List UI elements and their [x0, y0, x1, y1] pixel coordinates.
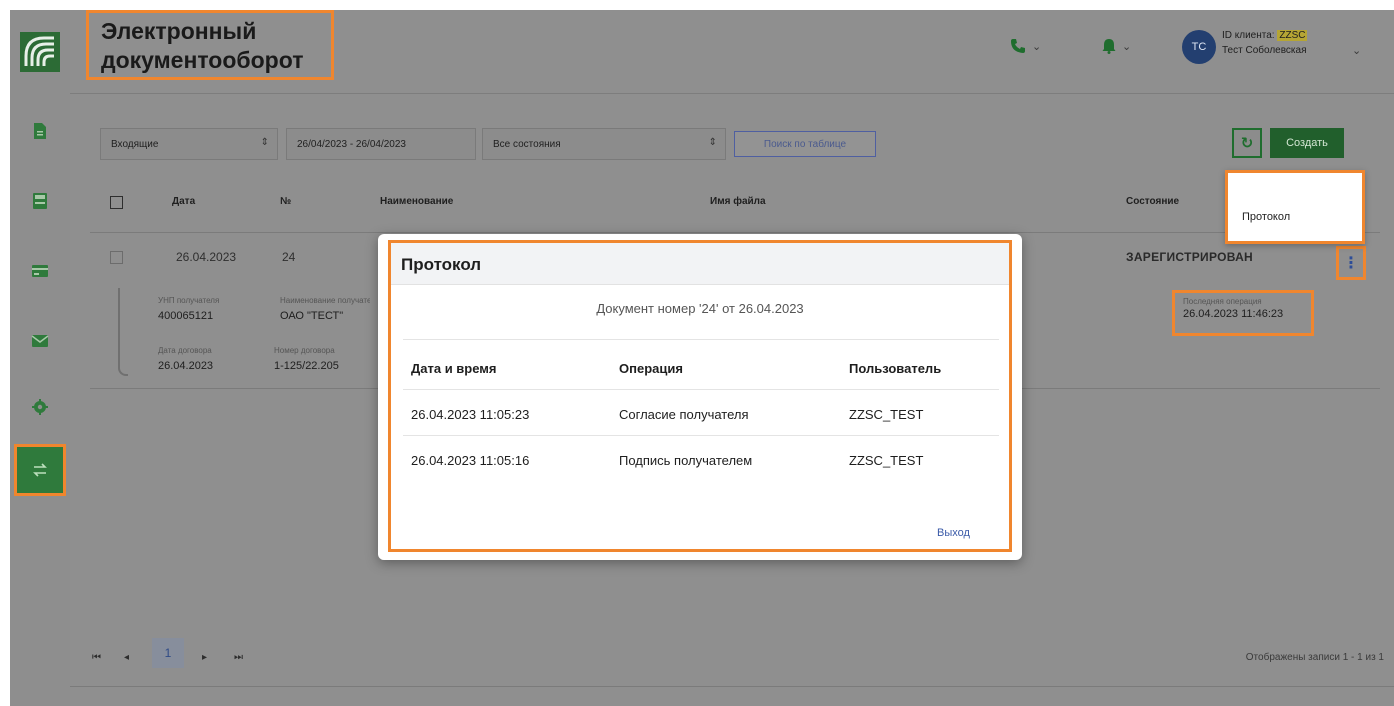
- divider: [403, 389, 999, 390]
- state-value: Все состояния: [493, 138, 561, 150]
- phone-menu[interactable]: ⌄: [1010, 38, 1041, 54]
- divider: [90, 232, 1380, 233]
- gear-icon: [32, 399, 48, 415]
- state-select[interactable]: Все состояния ⇕: [482, 128, 726, 160]
- avatar[interactable]: ТС: [1182, 30, 1216, 64]
- logo-icon: [20, 32, 60, 72]
- frame-top: [0, 0, 1394, 10]
- protocol-row-datetime: 26.04.2023 11:05:23: [411, 407, 530, 422]
- column-header-datetime: Дата и время: [411, 361, 497, 376]
- modal-subtitle: Документ номер '24' от 26.04.2023: [596, 301, 804, 316]
- sidebar-settings-button[interactable]: [29, 396, 51, 418]
- last-operation: Последняя операция 26.04.2023 11:46:23: [1172, 290, 1314, 336]
- sidebar-card-button[interactable]: [29, 260, 51, 282]
- document-icon: [34, 123, 46, 139]
- phone-icon: [1011, 39, 1025, 53]
- sidebar-edo-button[interactable]: [14, 444, 66, 496]
- modal-header: Протокол: [391, 243, 1009, 285]
- bell-icon: [1102, 39, 1116, 54]
- frame-left: [0, 0, 10, 706]
- row-actions-button[interactable]: ⋮: [1336, 246, 1366, 280]
- row-status: ЗАРЕГИСТРИРОВАН: [1126, 250, 1254, 264]
- card-icon: [32, 265, 48, 277]
- protocol-modal-body: Протокол Документ номер '24' от 26.04.20…: [388, 240, 1012, 552]
- date-range-value: 26/04/2023 - 26/04/2023: [297, 138, 406, 150]
- records-info: Отображены записи 1 - 1 из 1: [1245, 652, 1384, 663]
- protocol-row-operation: Согласие получателя: [619, 407, 749, 422]
- user-name: Тест Соболевская: [1222, 45, 1307, 56]
- notifications-menu[interactable]: ⌄: [1102, 38, 1131, 54]
- updown-icon: ⇕: [708, 137, 717, 148]
- last-page-button[interactable]: ⏭: [234, 652, 243, 663]
- last-operation-value: 26.04.2023 11:46:23: [1183, 308, 1284, 320]
- contract-number-label: Номер договора: [274, 346, 335, 355]
- modal-title: Протокол: [401, 255, 482, 274]
- sidebar: [10, 10, 70, 706]
- mail-icon: [31, 335, 49, 347]
- page-current[interactable]: 1: [152, 638, 184, 668]
- next-page-button[interactable]: ▸: [202, 652, 207, 663]
- refresh-button[interactable]: ↻: [1232, 128, 1262, 158]
- column-header-date[interactable]: Дата: [172, 196, 195, 207]
- direction-select[interactable]: Входящие ⇕: [100, 128, 278, 160]
- chevron-down-icon: ⌄: [1122, 40, 1132, 53]
- row-date: 26.04.2023: [176, 250, 237, 264]
- create-button[interactable]: Создать: [1270, 128, 1344, 158]
- table-search-button[interactable]: Поиск по таблице: [734, 131, 876, 157]
- row-checkbox[interactable]: [110, 251, 123, 264]
- row-context-menu: Протокол: [1225, 170, 1365, 244]
- sidebar-mail-button[interactable]: [29, 330, 51, 352]
- first-page-button[interactable]: ⏮: [92, 652, 101, 663]
- header: Электронный документооборот ⌄ ⌄ ТС ID кл…: [70, 10, 1394, 94]
- context-menu-item-protocol[interactable]: Протокол: [1242, 211, 1290, 223]
- column-header-number[interactable]: №: [280, 196, 291, 207]
- column-header-state[interactable]: Состояние: [1126, 196, 1179, 207]
- protocol-modal: Протокол Документ номер '24' от 26.04.20…: [378, 234, 1022, 560]
- divider: [403, 435, 999, 436]
- chevron-down-icon: ⌄: [1032, 40, 1042, 53]
- contract-date-value: 26.04.2023: [158, 360, 214, 372]
- select-all-checkbox[interactable]: [110, 196, 123, 209]
- detail-bracket: [118, 288, 128, 376]
- divider: [70, 686, 1394, 687]
- exchange-icon: [33, 463, 47, 477]
- kebab-menu-icon: ⋮: [1343, 255, 1359, 272]
- sidebar-documents-button[interactable]: [29, 120, 51, 142]
- recipient-value: ОАО "ТЕСТ": [280, 310, 344, 322]
- client-id-value: ZZSC: [1277, 30, 1308, 41]
- updown-icon: ⇕: [260, 137, 269, 148]
- column-header-name[interactable]: Наименование: [380, 196, 453, 207]
- recipient-label: Наименование получателя: [280, 296, 370, 305]
- client-info: ID клиента: ZZSC Тест Соболевская: [1222, 28, 1308, 58]
- column-header-user: Пользователь: [849, 361, 942, 376]
- calculator-icon: [33, 193, 47, 209]
- unp-label: УНП получателя: [158, 296, 220, 305]
- column-header-operation: Операция: [619, 361, 683, 376]
- sidebar-calculator-button[interactable]: [29, 190, 51, 212]
- contract-date-label: Дата договора: [158, 346, 212, 355]
- user-menu-chevron-icon[interactable]: ⌄: [1352, 44, 1361, 57]
- refresh-icon: ↻: [1240, 135, 1254, 152]
- contract-number-value: 1-125/22.205: [274, 360, 339, 372]
- protocol-row-operation: Подпись получателем: [619, 453, 753, 468]
- unp-value: 400065121: [158, 310, 214, 322]
- direction-value: Входящие: [111, 138, 159, 150]
- protocol-row-user: ZZSC_TEST: [849, 453, 924, 468]
- last-operation-label: Последняя операция: [1183, 297, 1262, 306]
- protocol-row-user: ZZSC_TEST: [849, 407, 924, 422]
- client-id-label: ID клиента:: [1222, 30, 1275, 41]
- exit-button[interactable]: Выход: [937, 527, 970, 539]
- row-number: 24: [282, 250, 296, 264]
- protocol-row-datetime: 26.04.2023 11:05:16: [411, 453, 530, 468]
- column-header-filename[interactable]: Имя файла: [710, 196, 766, 207]
- prev-page-button[interactable]: ◂: [124, 652, 129, 663]
- page-title: Электронный документооборот: [86, 10, 334, 80]
- divider: [403, 339, 999, 340]
- date-range-input[interactable]: 26/04/2023 - 26/04/2023: [286, 128, 476, 160]
